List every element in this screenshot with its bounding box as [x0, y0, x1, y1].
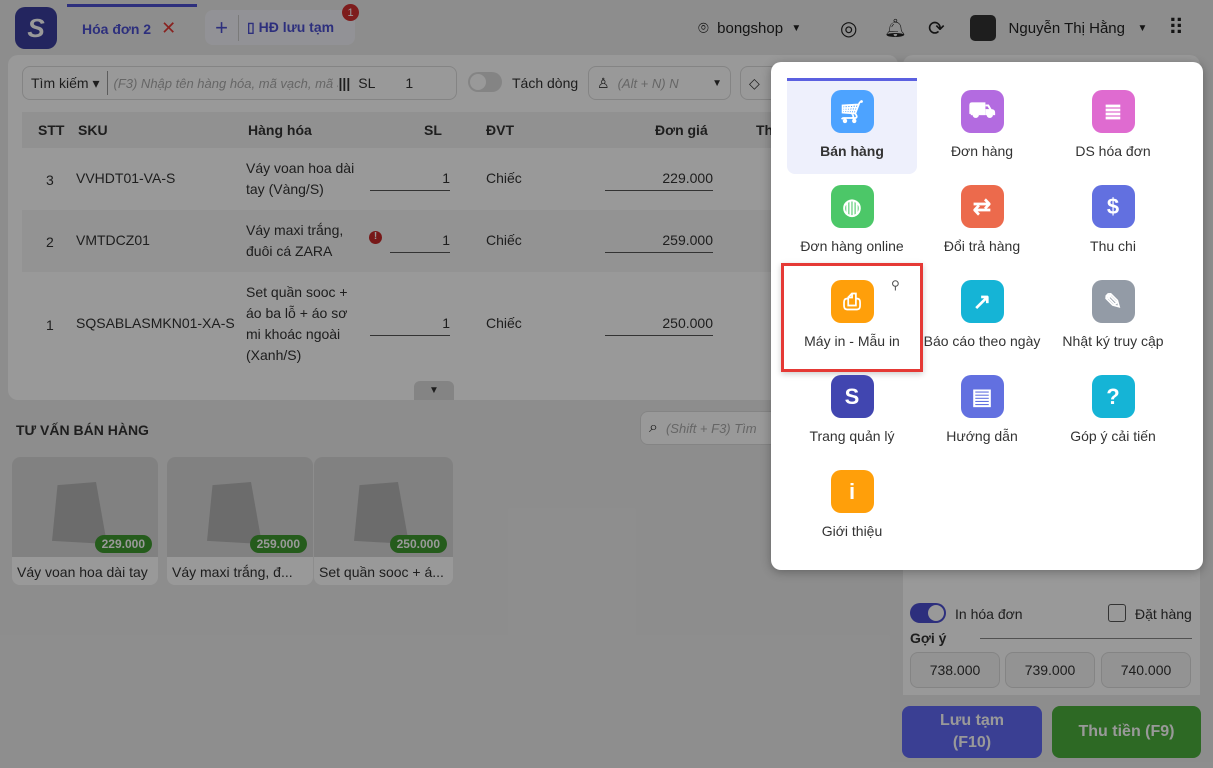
cart-icon: 🛒︎ — [830, 90, 874, 133]
menu-item[interactable]: ↗ Báo cáo theo ngày — [917, 280, 1047, 375]
return-bag-icon: ⇄ — [960, 185, 1004, 228]
book-icon: ▤ — [960, 375, 1004, 418]
menu-item[interactable]: 🛒︎ Bán hàng — [787, 90, 917, 185]
menu-item[interactable]: ? Góp ý cải tiến — [1048, 375, 1178, 470]
info-icon: i — [830, 470, 874, 513]
menu-item[interactable]: $ Thu chi — [1048, 185, 1178, 280]
menu-item-label: Góp ý cải tiến — [1070, 428, 1156, 444]
menu-item[interactable]: ⛟ Đơn hàng — [917, 90, 1047, 185]
menu-item-label: Báo cáo theo ngày — [923, 333, 1041, 349]
menu-item-label: DS hóa đơn — [1075, 143, 1151, 159]
menu-item[interactable]: i Giới thiệu — [787, 470, 917, 565]
admin-logo-icon: S — [830, 375, 874, 418]
menu-item-label: Thu chi — [1090, 238, 1136, 254]
globe-icon: ◍ — [830, 185, 874, 228]
log-icon: ✎ — [1091, 280, 1135, 323]
menu-item-label: Đơn hàng online — [800, 238, 904, 254]
menu-item-label: Trang quản lý — [809, 428, 895, 444]
menu-item[interactable]: ⎙ Máy in - Mẫu in — [787, 280, 917, 375]
feedback-icon: ? — [1091, 375, 1135, 418]
menu-item-label: Bán hàng — [820, 143, 884, 159]
menu-item-label: Hướng dẫn — [946, 428, 1018, 444]
chart-icon: ↗ — [960, 280, 1004, 323]
menu-item-label: Đơn hàng — [950, 143, 1014, 159]
menu-item[interactable]: ≣ DS hóa đơn — [1048, 90, 1178, 185]
truck-icon: ⛟ — [960, 90, 1004, 133]
dollar-icon: $ — [1091, 185, 1135, 228]
apps-menu-popup: ⚲ 🛒︎ Bán hàng ⛟ Đơn hàng ≣ DS hóa đơn ◍ Đơn hàn… — [771, 62, 1203, 570]
menu-item[interactable]: ◍ Đơn hàng online — [787, 185, 917, 280]
menu-item-label: Nhật ký truy cập — [1062, 333, 1164, 349]
menu-item[interactable]: ✎ Nhật ký truy cập — [1048, 280, 1178, 375]
menu-item-label: Đổi trả hàng — [943, 238, 1021, 254]
printer-icon: ⎙ — [830, 280, 874, 323]
menu-item[interactable]: ▤ Hướng dẫn — [917, 375, 1047, 470]
menu-item[interactable]: ⇄ Đổi trả hàng — [917, 185, 1047, 280]
menu-item-label: Máy in - Mẫu in — [804, 333, 900, 349]
invoice-icon: ≣ — [1091, 90, 1135, 133]
menu-item-label: Giới thiệu — [821, 523, 883, 539]
menu-item[interactable]: S Trang quản lý — [787, 375, 917, 470]
